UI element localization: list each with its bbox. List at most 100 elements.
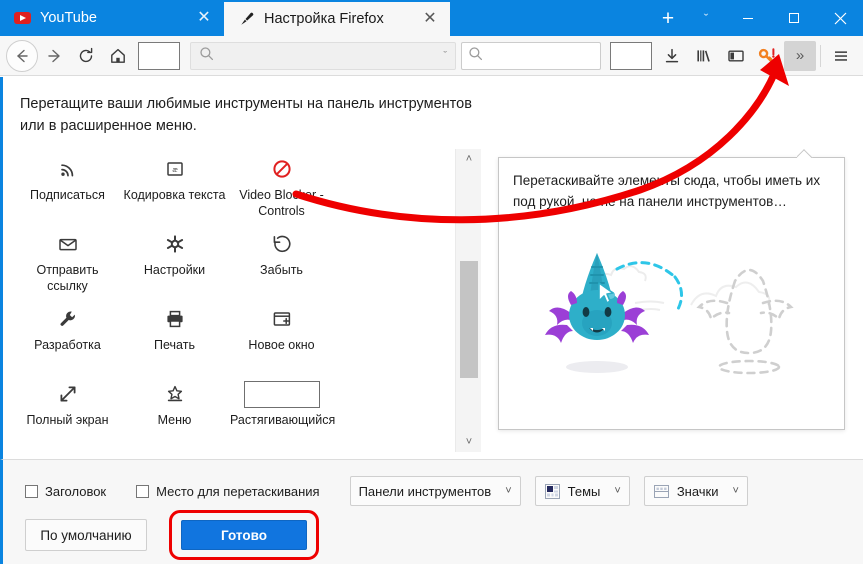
- drag-drop-illustration: [545, 253, 794, 375]
- palette-item-label: Настройки: [143, 263, 206, 277]
- dropdown-label: Темы: [567, 483, 601, 499]
- palette-item-label: Забыть: [260, 263, 303, 277]
- library-icon: [697, 49, 710, 62]
- rss-icon: [57, 156, 79, 182]
- customize-hint-text: Перетащите ваши любимые инструменты на п…: [20, 96, 472, 134]
- key-warning-icon: [758, 47, 775, 63]
- downloads-icon: [665, 48, 679, 62]
- new-tab-button[interactable]: +: [649, 0, 687, 36]
- flexible-space-icon: [243, 380, 320, 408]
- checkbox-label: Место для перетаскивания: [156, 483, 320, 499]
- overflow-panel: Перетаскивайте элементы сюда, чтобы имет…: [498, 157, 845, 430]
- dropdown-density[interactable]: Значки ˅: [643, 476, 748, 506]
- scroll-down-button[interactable]: ˅: [456, 432, 482, 452]
- palette-item-preferences[interactable]: Настройки: [121, 224, 228, 299]
- back-button[interactable]: [6, 39, 38, 72]
- widget-palette: Подписаться æ Кодировка текста Video Blo…: [3, 149, 455, 452]
- checkbox-box[interactable]: [25, 484, 38, 498]
- home-button[interactable]: [102, 40, 134, 72]
- done-button-highlight: Готово: [169, 510, 319, 560]
- downloads-button[interactable]: [656, 40, 688, 72]
- url-bar[interactable]: ˇ: [190, 41, 456, 70]
- bookmark-menu-icon: [164, 381, 186, 407]
- overflow-menu-button[interactable]: »: [784, 40, 816, 71]
- customize-bottom-bar: Заголовок Место для перетаскивания Панел…: [0, 459, 863, 564]
- palette-item-fullscreen[interactable]: Полный экран: [14, 374, 121, 449]
- dropdown-toolbars[interactable]: Панели инструментов ˅: [349, 476, 521, 506]
- customize-actions-row: По умолчанию Готово: [25, 510, 319, 560]
- panel-notch: [797, 149, 815, 158]
- done-button[interactable]: Готово: [181, 520, 307, 550]
- window-close-button[interactable]: [817, 0, 863, 36]
- minimize-icon: [743, 18, 753, 19]
- restore-defaults-button[interactable]: По умолчанию: [25, 519, 147, 551]
- toolbar-drop-target-left[interactable]: [138, 41, 180, 70]
- sidebar-icon: [728, 49, 744, 62]
- themes-icon: [544, 483, 561, 500]
- search-icon: [199, 46, 214, 66]
- chevron-down-icon: ˇ: [703, 10, 709, 26]
- forward-button[interactable]: [38, 40, 70, 72]
- palette-item-developer[interactable]: Разработка: [14, 299, 121, 374]
- library-button[interactable]: [688, 40, 720, 72]
- palette-item-text-encoding[interactable]: æ Кодировка текста: [121, 149, 228, 224]
- palette-item-video-blocker[interactable]: Video Blocker - Controls: [228, 149, 335, 224]
- checkbox-title-bar[interactable]: Заголовок: [25, 484, 106, 499]
- svg-text:æ: æ: [172, 165, 178, 174]
- tab-customize-firefox[interactable]: Настройка Firefox ✕: [224, 0, 450, 36]
- app-menu-button[interactable]: [825, 40, 857, 72]
- palette-item-flexible-space[interactable]: Растягивающийся: [228, 374, 335, 449]
- forward-icon: [48, 49, 60, 62]
- lockwise-button[interactable]: [752, 40, 784, 72]
- chevron-down-icon[interactable]: ˇ: [443, 50, 447, 62]
- window-maximize-button[interactable]: [771, 0, 817, 36]
- back-icon: [17, 49, 28, 62]
- tab-close-icon[interactable]: ✕: [420, 9, 440, 29]
- scroll-up-button[interactable]: ˄: [456, 149, 482, 169]
- tab-close-icon[interactable]: ✕: [194, 8, 214, 28]
- navigation-toolbar: ˇ »: [0, 36, 863, 76]
- monster-illustration: [545, 253, 649, 373]
- palette-item-bookmarks-menu[interactable]: Меню: [121, 374, 228, 449]
- palette-item-label: Печать: [154, 338, 195, 352]
- checkbox-drag-space[interactable]: Место для перетаскивания: [136, 483, 320, 499]
- wrench-icon: [57, 306, 79, 332]
- palette-item-label: Подписаться: [30, 188, 105, 202]
- forget-history-icon: [271, 231, 293, 257]
- toolbar-drop-target-right[interactable]: [610, 41, 652, 70]
- scrollbar-thumb[interactable]: [460, 261, 478, 378]
- reload-button[interactable]: [70, 40, 102, 72]
- maximize-icon: [789, 13, 799, 23]
- sidebar-button[interactable]: [720, 40, 752, 72]
- overflow-panel-text: Перетаскивайте элементы сюда, чтобы имет…: [513, 173, 821, 209]
- chevron-down-icon: ˅: [732, 485, 739, 497]
- search-bar[interactable]: [461, 41, 601, 70]
- palette-item-label: Кодировка текста: [123, 188, 226, 202]
- youtube-icon: [14, 10, 31, 27]
- dropdown-themes[interactable]: Темы ˅: [534, 476, 630, 506]
- palette-item-email-link[interactable]: Отправить ссылку: [14, 224, 121, 299]
- palette-item-forget[interactable]: Забыть: [228, 224, 335, 299]
- new-window-icon: [271, 306, 293, 332]
- close-icon: [834, 12, 846, 24]
- window-minimize-button[interactable]: [725, 0, 771, 36]
- home-icon: [111, 48, 125, 63]
- list-all-tabs-button[interactable]: ˇ: [687, 0, 725, 36]
- chevron-down-icon: ˅: [614, 485, 621, 497]
- paintbrush-icon: [238, 11, 255, 28]
- density-icon: [653, 483, 670, 500]
- widget-palette-grid: Подписаться æ Кодировка текста Video Blo…: [3, 149, 455, 449]
- plus-icon: +: [661, 6, 675, 30]
- tab-title: YouTube: [40, 10, 97, 26]
- palette-item-label: Меню: [157, 413, 192, 427]
- checkbox-box[interactable]: [136, 484, 150, 498]
- block-icon: [271, 156, 293, 182]
- text-encoding-icon: æ: [164, 156, 186, 182]
- tab-bar-spacer: [450, 0, 649, 36]
- palette-item-subscribe[interactable]: Подписаться: [14, 149, 121, 224]
- palette-item-print[interactable]: Печать: [121, 299, 228, 374]
- palette-item-label: Отправить ссылку: [36, 263, 99, 293]
- palette-scrollbar[interactable]: ˄ ˅: [455, 149, 481, 452]
- tab-youtube[interactable]: YouTube ✕: [0, 0, 224, 36]
- palette-item-new-window[interactable]: Новое окно: [228, 299, 335, 374]
